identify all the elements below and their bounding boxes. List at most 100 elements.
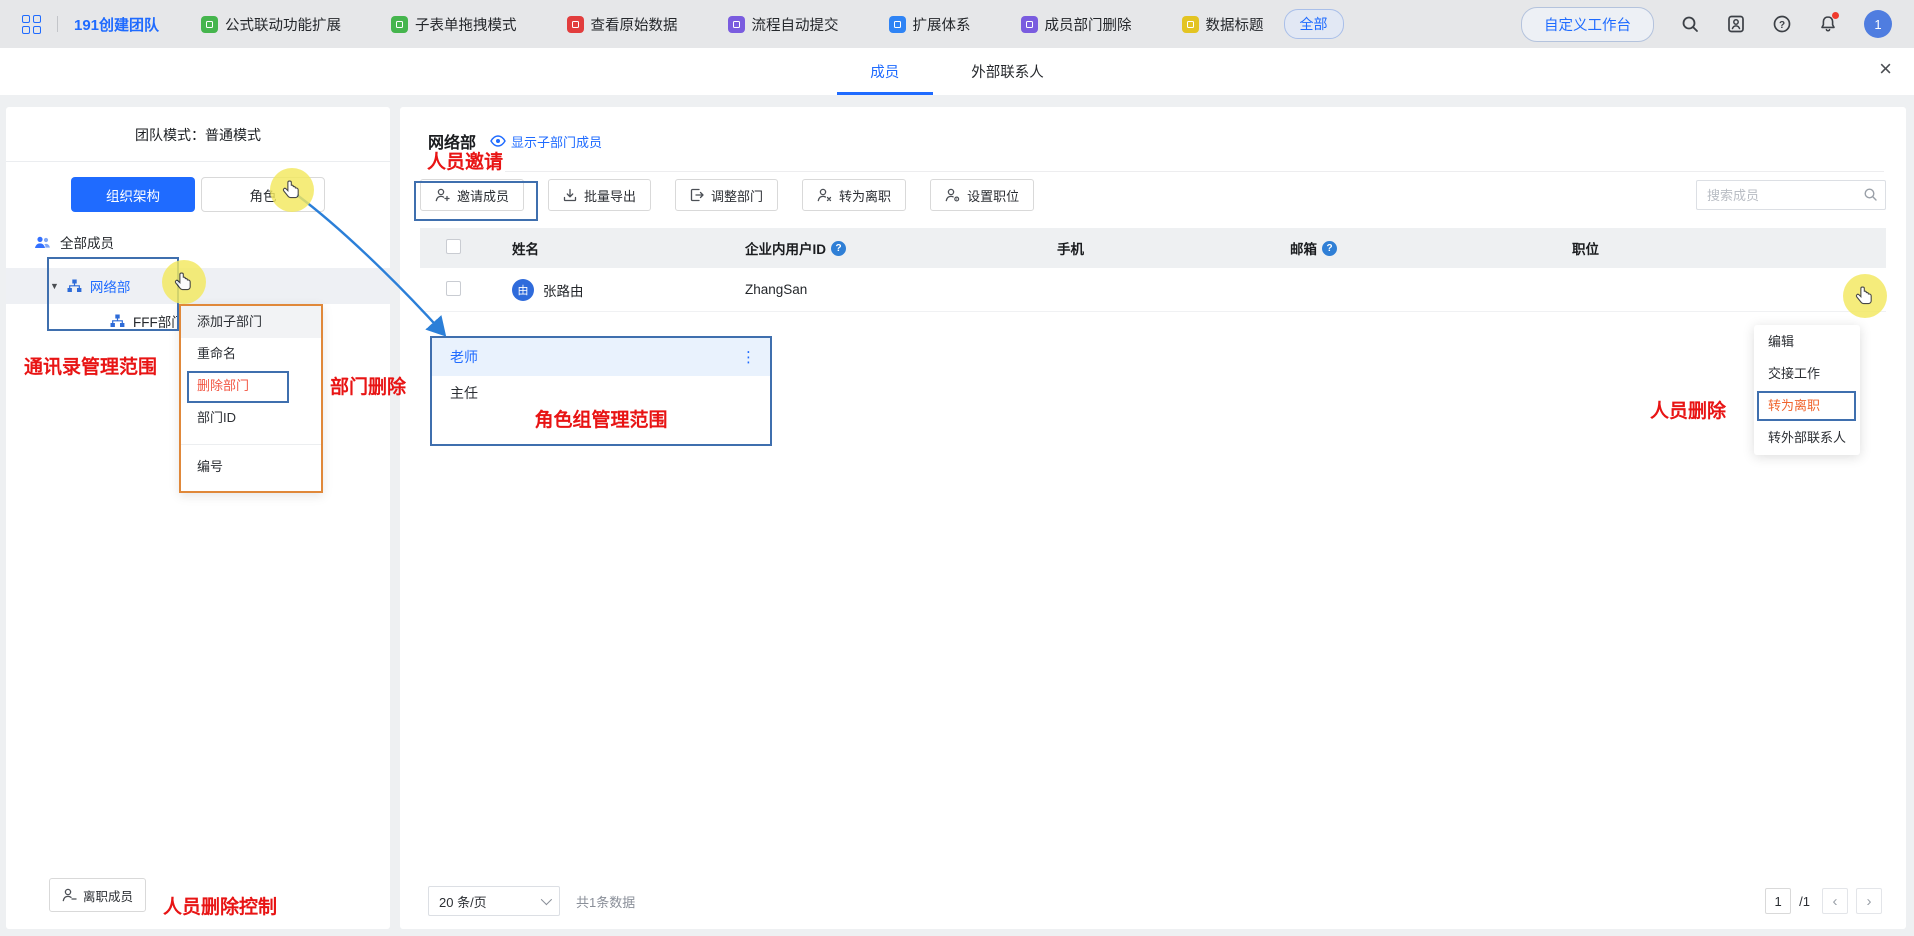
eye-icon xyxy=(490,135,506,147)
annotation-contacts-scope: 通讯录管理范围 xyxy=(24,352,157,379)
help-icon[interactable]: ? xyxy=(1772,14,1792,34)
people-icon xyxy=(34,235,51,250)
app-yellow-icon xyxy=(1182,16,1199,33)
org-structure-button[interactable]: 组织架构 xyxy=(71,177,195,212)
page: 191创建团队 公式联动功能扩展 子表单拖拽模式 查看原始数据 流程自动提交 扩… xyxy=(0,0,1914,936)
show-sub-members-label: 显示子部门成员 xyxy=(511,132,602,151)
role-item-teacher[interactable]: 老师 ⋮ xyxy=(432,338,770,376)
topbar: 191创建团队 公式联动功能扩展 子表单拖拽模式 查看原始数据 流程自动提交 扩… xyxy=(0,0,1914,48)
header-divider xyxy=(505,171,1884,172)
table-header-row: 姓名 企业内用户ID? 手机 邮箱? 职位 xyxy=(420,228,1886,268)
app-tab-extension[interactable]: 扩展体系 xyxy=(889,14,971,35)
org-icon xyxy=(110,314,125,328)
download-icon xyxy=(563,188,577,202)
menu-item-number[interactable]: 编号 xyxy=(181,451,321,483)
resigned-members-button[interactable]: 离职成员 xyxy=(49,878,146,912)
row-menu-handover[interactable]: 交接工作 xyxy=(1754,358,1860,390)
menu-item-add-sub-dept[interactable]: 添加子部门 xyxy=(181,306,321,338)
next-page-button[interactable]: › xyxy=(1856,888,1882,914)
person-x-icon xyxy=(817,188,832,202)
batch-export-label: 批量导出 xyxy=(584,186,636,205)
app-tab-autosubmit[interactable]: 流程自动提交 xyxy=(728,14,839,35)
annotation-role-scope: 角色组管理范围 xyxy=(432,405,770,432)
to-resigned-label: 转为离职 xyxy=(839,186,891,205)
team-mode-label: 团队模式：普通模式 xyxy=(6,107,390,145)
header-user-id: 企业内用户ID? xyxy=(745,238,1057,258)
role-button[interactable]: 角色 xyxy=(201,177,325,212)
annotation-member-delete-control: 人员删除控制 xyxy=(163,892,277,919)
menu-item-dept-id[interactable]: 部门ID xyxy=(181,402,321,434)
sidebar-divider xyxy=(6,161,390,162)
member-search xyxy=(1696,180,1886,210)
row-menu-edit[interactable]: 编辑 xyxy=(1754,326,1860,358)
app-tab-subform[interactable]: 子表单拖拽模式 xyxy=(391,14,517,35)
tree-item-dept1[interactable]: ▼ 网络部 xyxy=(6,268,390,304)
bell-icon[interactable] xyxy=(1818,14,1838,34)
active-tab-underline xyxy=(837,92,933,95)
menu-item-rename[interactable]: 重命名 xyxy=(181,338,321,370)
team-name[interactable]: 191创建团队 xyxy=(74,14,159,35)
tab-members[interactable]: 成员 xyxy=(870,48,899,95)
row-menu-to-external[interactable]: 转外部联系人 xyxy=(1754,422,1860,454)
apps-grid-icon[interactable] xyxy=(22,15,41,34)
sidebar-panel: 团队模式：普通模式 组织架构 角色 全部成员 ▼ 网络部 FFF部门 离职成员 xyxy=(6,107,390,929)
member-user-id: ZhangSan xyxy=(745,282,1057,297)
menu-item-delete-dept[interactable]: 删除部门 xyxy=(181,370,321,402)
annotation-dept-delete: 部门删除 xyxy=(330,372,406,399)
tab-external-label: 外部联系人 xyxy=(971,61,1044,82)
row-menu-to-resigned[interactable]: 转为离职 xyxy=(1754,390,1860,422)
app-tab-label: 流程自动提交 xyxy=(752,14,839,35)
header-position: 职位 xyxy=(1572,238,1886,258)
dept-context-menu: 添加子部门 重命名 删除部门 部门ID 编号 xyxy=(179,304,323,493)
app-tab-formula[interactable]: 公式联动功能扩展 xyxy=(201,14,341,35)
table-row[interactable]: 由 张路由 ZhangSan xyxy=(420,268,1886,312)
all-members-label: 全部成员 xyxy=(60,232,114,252)
search-icon[interactable] xyxy=(1680,14,1700,34)
row-checkbox[interactable] xyxy=(446,281,461,296)
to-resigned-button[interactable]: 转为离职 xyxy=(802,179,906,211)
adjust-dept-button[interactable]: 调整部门 xyxy=(675,179,778,211)
total-pages-label: /1 xyxy=(1799,894,1810,909)
menu-divider xyxy=(181,444,321,445)
caret-down-icon[interactable]: ▼ xyxy=(50,281,59,291)
kebab-menu-icon[interactable]: ⋮ xyxy=(741,348,756,366)
person-plus-icon xyxy=(435,188,450,202)
invite-member-button[interactable]: 邀请成员 xyxy=(420,179,524,211)
batch-export-button[interactable]: 批量导出 xyxy=(548,179,651,211)
prev-page-button[interactable]: ‹ xyxy=(1822,888,1848,914)
header-email: 邮箱? xyxy=(1290,238,1572,258)
workbench-button[interactable]: 自定义工作台 xyxy=(1521,7,1654,42)
app-tab-label: 公式联动功能扩展 xyxy=(225,14,341,35)
current-page-box[interactable]: 1 xyxy=(1765,888,1791,914)
app-tab-label: 查看原始数据 xyxy=(591,14,678,35)
tabbar: 成员 外部联系人 xyxy=(0,48,1914,95)
address-book-icon[interactable] xyxy=(1726,14,1746,34)
all-pill-button[interactable]: 全部 xyxy=(1284,9,1344,39)
show-sub-members-toggle[interactable]: 显示子部门成员 xyxy=(490,132,602,151)
user-avatar[interactable]: 1 xyxy=(1864,10,1892,38)
topbar-divider xyxy=(57,16,58,32)
members-table: 姓名 企业内用户ID? 手机 邮箱? 职位 由 张路由 ZhangSan xyxy=(420,228,1886,312)
set-position-label: 设置职位 xyxy=(967,186,1019,205)
app-tab-memberdelete[interactable]: 成员部门删除 xyxy=(1021,14,1132,35)
close-icon[interactable]: × xyxy=(1879,58,1892,80)
app-tab-datatitle[interactable]: 数据标题 xyxy=(1182,14,1264,35)
help-circle-icon[interactable]: ? xyxy=(831,241,846,256)
member-search-input[interactable] xyxy=(1696,180,1886,210)
help-circle-icon[interactable]: ? xyxy=(1322,241,1337,256)
member-avatar: 由 xyxy=(512,279,534,301)
tab-external-contacts[interactable]: 外部联系人 xyxy=(971,48,1044,95)
app-tab-label: 扩展体系 xyxy=(913,14,971,35)
app-purple-icon xyxy=(728,16,745,33)
app-tab-rawdata[interactable]: 查看原始数据 xyxy=(567,14,678,35)
all-members-item[interactable]: 全部成员 xyxy=(6,232,390,252)
svg-text:?: ? xyxy=(1779,20,1785,31)
resigned-members-label: 离职成员 xyxy=(83,886,133,905)
set-position-button[interactable]: 设置职位 xyxy=(930,179,1034,211)
tab-members-label: 成员 xyxy=(870,61,899,82)
header-phone: 手机 xyxy=(1057,238,1290,258)
pager: 1 /1 ‹ › xyxy=(1765,888,1882,914)
app-tab-label: 成员部门删除 xyxy=(1045,14,1132,35)
page-size-select[interactable]: 20 条/页 xyxy=(428,886,560,916)
select-all-checkbox[interactable] xyxy=(446,239,461,254)
